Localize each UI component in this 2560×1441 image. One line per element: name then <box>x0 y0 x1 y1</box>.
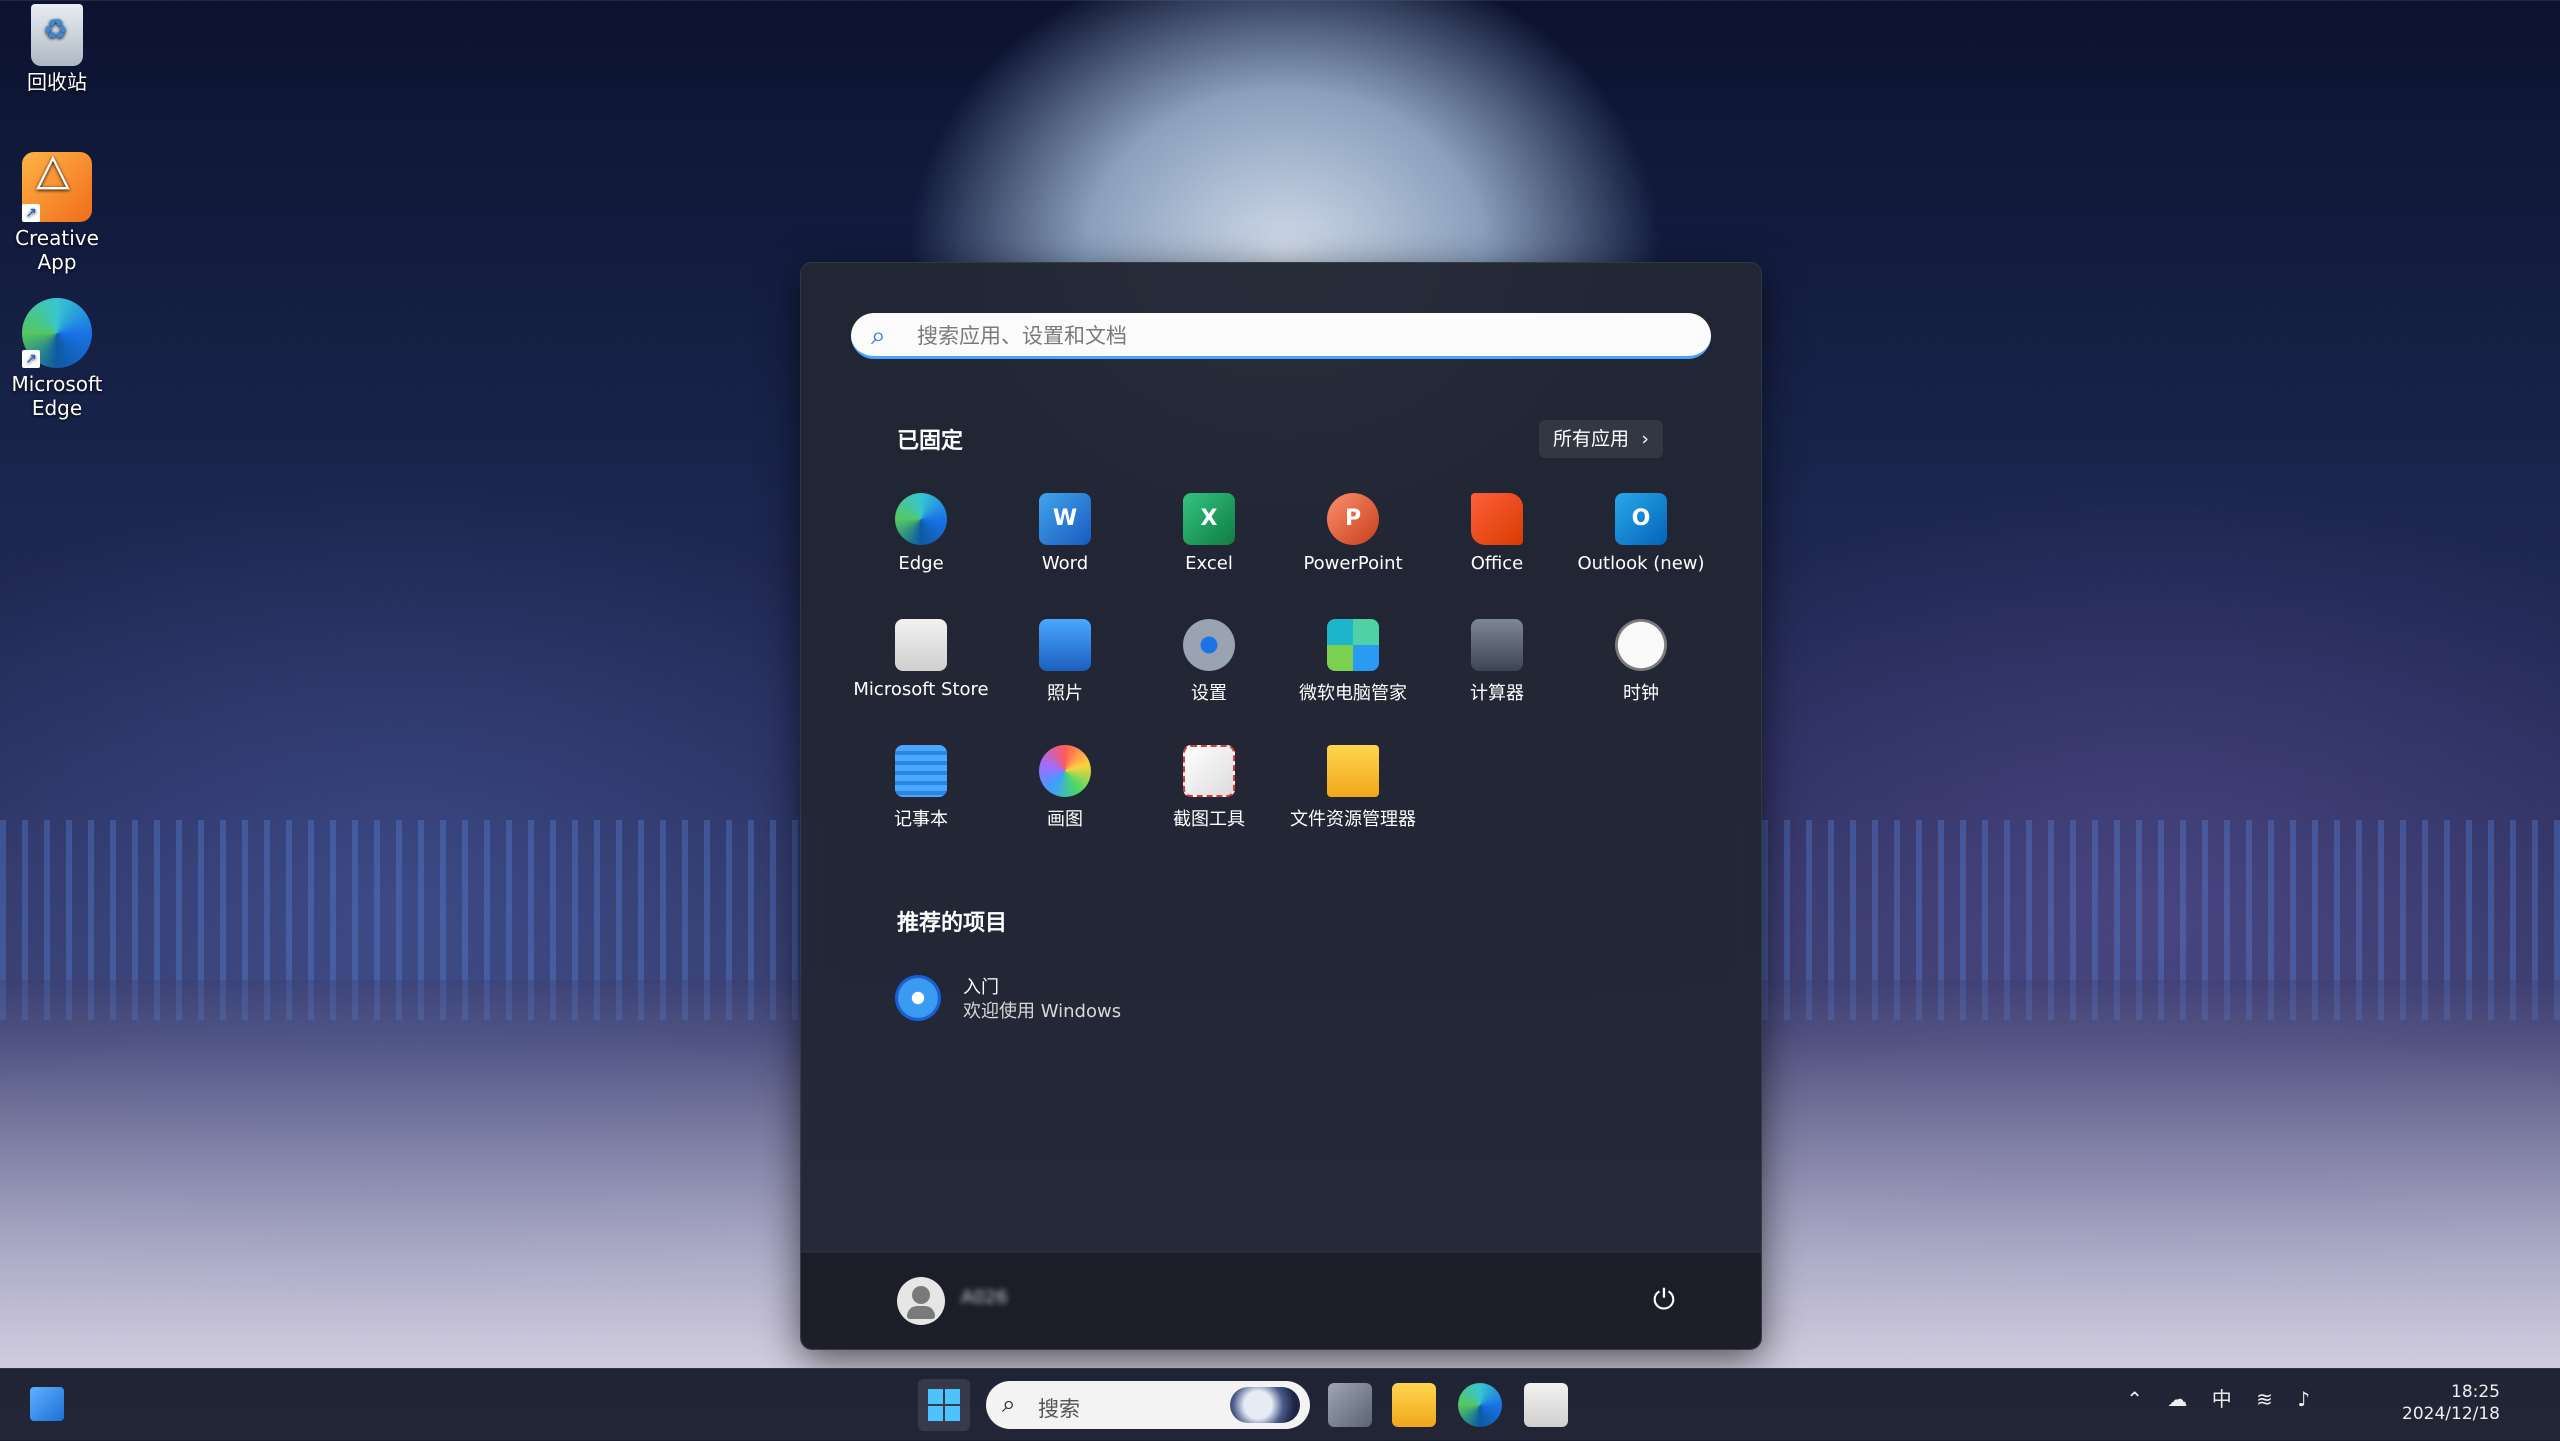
shortcut-arrow-icon: ↗ <box>22 350 40 368</box>
pinned-app-file-explorer[interactable]: 文件资源管理器 <box>1281 745 1425 831</box>
pinned-app-label: 时钟 <box>1623 683 1659 704</box>
snipping-tool-icon <box>1183 745 1235 797</box>
user-name[interactable]: A026 <box>961 1287 1008 1308</box>
pinned-app-notepad[interactable]: 记事本 <box>849 745 993 831</box>
office-icon <box>1471 493 1523 545</box>
creative-app-icon: ↗ <box>22 152 92 222</box>
paint-icon <box>1039 745 1091 797</box>
all-apps-button[interactable]: 所有应用 › <box>1539 420 1663 458</box>
edge-icon <box>895 493 947 545</box>
pinned-app-calculator[interactable]: 计算器 <box>1425 619 1569 705</box>
user-avatar[interactable] <box>897 1277 945 1325</box>
pinned-app-label: Excel <box>1185 553 1233 574</box>
chevron-right-icon: › <box>1641 428 1649 450</box>
power-icon: ⏻ <box>1652 1283 1676 1316</box>
pinned-app-outlook[interactable]: O Outlook (new) <box>1569 493 1713 574</box>
start-menu: ⌕ 已固定 所有应用 › Edge W Word X Excel P Power… <box>800 262 1762 1350</box>
taskbar-clock[interactable]: 18:25 2024/12/18 <box>2402 1381 2500 1425</box>
pinned-app-label: Office <box>1470 553 1524 574</box>
start-menu-footer: A026 ⏻ <box>801 1252 1761 1349</box>
desktop-icon-creative-app[interactable]: ↗ Creative App <box>8 152 106 274</box>
get-started-icon <box>895 975 941 1021</box>
desktop-icon-label: Microsoft Edge <box>11 372 103 420</box>
pinned-app-label: 照片 <box>1047 683 1083 704</box>
wifi-icon[interactable]: ≋ <box>2256 1387 2273 1411</box>
pinned-app-label: Edge <box>898 553 944 574</box>
pinned-app-word[interactable]: W Word <box>993 493 1137 574</box>
search-highlight-icon <box>1230 1387 1300 1423</box>
start-button[interactable] <box>918 1379 970 1431</box>
pinned-app-pc-manager[interactable]: 微软电脑管家 <box>1281 619 1425 705</box>
pinned-app-photos[interactable]: 照片 <box>993 619 1137 705</box>
clock-date: 2024/12/18 <box>2402 1404 2500 1424</box>
taskbar: ⌕ 搜索 ⌃ ☁ 中 ≋ ♪ 18:25 2024/12/18 <box>0 1368 2560 1441</box>
pinned-app-clock[interactable]: 时钟 <box>1569 619 1713 705</box>
pinned-app-paint[interactable]: 画图 <box>993 745 1137 831</box>
pinned-app-label: 截图工具 <box>1173 809 1245 830</box>
pinned-section-title: 已固定 <box>897 429 964 454</box>
pinned-app-label: PowerPoint <box>1303 553 1403 574</box>
start-search-box[interactable]: ⌕ <box>851 313 1711 359</box>
system-tray: ⌃ ☁ 中 ≋ ♪ <box>2108 1383 2310 1412</box>
pinned-app-snipping-tool[interactable]: 截图工具 <box>1137 745 1281 831</box>
start-search-input[interactable] <box>915 319 1679 353</box>
recommended-item-title: 入门 <box>963 977 999 998</box>
recommended-item-subtitle: 欢迎使用 Windows <box>963 1001 1122 1022</box>
outlook-icon: O <box>1615 493 1667 545</box>
pinned-app-label: 文件资源管理器 <box>1290 809 1416 830</box>
desktop-icon-recycle-bin[interactable]: 回收站 <box>8 4 106 94</box>
store-icon <box>895 619 947 671</box>
powerpoint-icon: P <box>1327 493 1379 545</box>
pinned-app-office[interactable]: Office <box>1425 493 1569 574</box>
pinned-app-label: Outlook (new) <box>1577 553 1705 574</box>
all-apps-label: 所有应用 <box>1553 428 1630 450</box>
pinned-app-edge[interactable]: Edge <box>849 493 993 574</box>
pinned-app-label: 画图 <box>1047 809 1083 830</box>
onedrive-icon[interactable]: ☁ <box>2167 1387 2187 1411</box>
desktop-icon-microsoft-edge[interactable]: ↗ Microsoft Edge <box>8 298 106 420</box>
taskbar-search-label: 搜索 <box>1038 1397 1080 1421</box>
search-icon: ⌕ <box>1002 1390 1016 1418</box>
calculator-icon <box>1471 619 1523 671</box>
recycle-bin-icon <box>31 4 83 66</box>
file-explorer-icon <box>1327 745 1379 797</box>
power-button[interactable]: ⏻ <box>1647 1283 1681 1317</box>
pinned-app-label: 计算器 <box>1470 683 1524 704</box>
photos-icon <box>1039 619 1091 671</box>
desktop-icon-label: 回收站 <box>27 70 87 94</box>
ime-indicator[interactable]: 中 <box>2212 1387 2232 1411</box>
pinned-app-label: Microsoft Store <box>853 679 989 700</box>
search-icon: ⌕ <box>871 321 886 351</box>
pinned-app-label: 记事本 <box>894 809 948 830</box>
pc-manager-icon <box>1327 619 1379 671</box>
clock-time: 18:25 <box>2451 1382 2500 1402</box>
widgets-button[interactable] <box>30 1387 64 1421</box>
volume-icon[interactable]: ♪ <box>2297 1387 2310 1411</box>
settings-icon <box>1183 619 1235 671</box>
word-icon: W <box>1039 493 1091 545</box>
pinned-app-label: 设置 <box>1191 683 1227 704</box>
shortcut-arrow-icon: ↗ <box>22 204 40 222</box>
taskbar-file-explorer[interactable] <box>1392 1383 1436 1427</box>
taskbar-edge[interactable] <box>1458 1383 1502 1427</box>
recommended-section-title: 推荐的项目 <box>897 911 1008 936</box>
chevron-up-icon[interactable]: ⌃ <box>2126 1387 2143 1411</box>
clock-icon <box>1615 619 1667 671</box>
pinned-app-powerpoint[interactable]: P PowerPoint <box>1281 493 1425 574</box>
taskbar-search-box[interactable]: ⌕ 搜索 <box>986 1381 1310 1429</box>
pinned-app-settings[interactable]: 设置 <box>1137 619 1281 705</box>
pinned-app-label: Word <box>1041 553 1089 574</box>
notepad-icon <box>895 745 947 797</box>
desktop-icon-label: Creative App <box>15 226 99 274</box>
taskbar-microsoft-store[interactable] <box>1524 1383 1568 1427</box>
edge-icon: ↗ <box>22 298 92 368</box>
pinned-app-excel[interactable]: X Excel <box>1137 493 1281 574</box>
excel-icon: X <box>1183 493 1235 545</box>
recommended-item-get-started[interactable]: 入门 欢迎使用 Windows <box>895 969 1195 1029</box>
pinned-app-label: 微软电脑管家 <box>1299 683 1407 704</box>
task-view-button[interactable] <box>1328 1383 1372 1427</box>
pinned-app-microsoft-store[interactable]: Microsoft Store <box>849 619 993 700</box>
